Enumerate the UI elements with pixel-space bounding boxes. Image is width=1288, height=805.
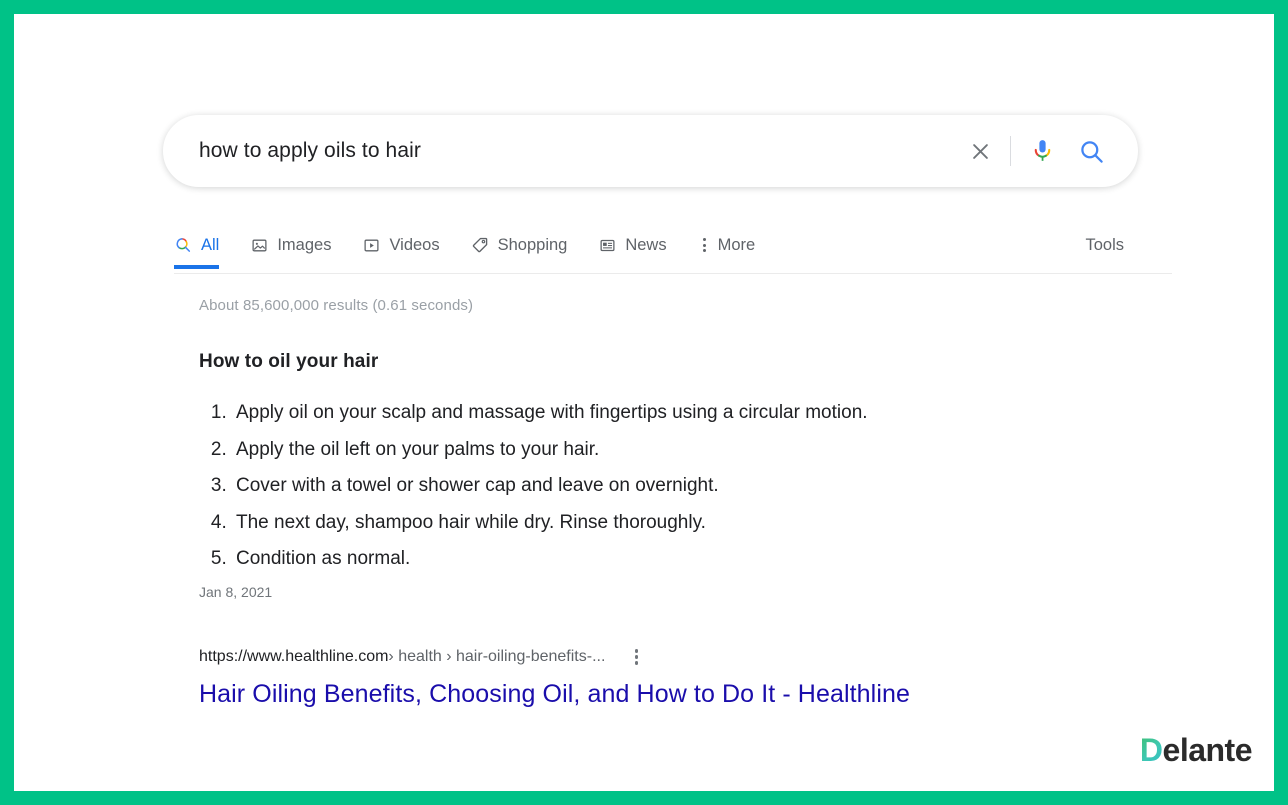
result-url[interactable]: https://www.healthline.com › health › ha… (199, 646, 645, 668)
delante-logo: Delante (1139, 732, 1253, 769)
logo-text: elante (1162, 732, 1253, 768)
featured-snippet-title: How to oil your hair (199, 351, 379, 372)
result-url-breadcrumb: › health › hair-oiling-benefits-... (388, 648, 606, 665)
tab-active-underline (174, 265, 220, 269)
result-url-host: https://www.healthline.com (199, 648, 389, 665)
search-divider (1010, 136, 1011, 166)
tab-label: More (717, 235, 756, 254)
tab-images[interactable]: Images (250, 222, 331, 268)
tab-label: Shopping (497, 235, 568, 254)
tab-news[interactable]: News (598, 222, 667, 268)
tools-label: Tools (1085, 235, 1124, 254)
snippet-date: Jan 8, 2021 (199, 584, 273, 600)
search-results-page: All Images Videos (14, 14, 1274, 791)
result-stats: About 85,600,000 results (0.61 seconds) (199, 297, 474, 314)
search-tabs: All Images Videos Shopping News More Too… (174, 222, 1172, 274)
tab-label: All (201, 235, 220, 254)
tab-more[interactable]: More (698, 222, 756, 268)
tab-videos[interactable]: Videos (362, 222, 440, 268)
tab-shopping[interactable]: Shopping (471, 222, 568, 268)
list-item: Condition as normal. (232, 541, 1079, 578)
video-icon (362, 236, 380, 254)
search-input[interactable] (164, 138, 958, 164)
search-icon[interactable] (1065, 128, 1117, 174)
newspaper-icon (598, 236, 616, 254)
more-vertical-icon (698, 236, 712, 254)
result-title-link[interactable]: Hair Oiling Benefits, Choosing Oil, and … (199, 680, 910, 709)
list-item: Cover with a towel or shower cap and lea… (232, 468, 1079, 505)
list-item: Apply the oil left on your palms to your… (232, 432, 1079, 469)
close-icon[interactable] (958, 129, 1002, 173)
list-item: The next day, shampoo hair while dry. Ri… (232, 505, 1079, 542)
list-item: Apply oil on your scalp and massage with… (232, 395, 1079, 432)
tag-icon (471, 236, 489, 254)
tab-label: Videos (389, 235, 440, 254)
image-icon (250, 236, 268, 254)
logo-initial: D (1139, 732, 1163, 768)
search-bar[interactable] (163, 115, 1138, 187)
tools-button[interactable]: Tools (1085, 222, 1124, 268)
more-vertical-icon[interactable] (627, 646, 645, 668)
tab-all[interactable]: All (174, 222, 220, 269)
featured-snippet-steps: Apply oil on your scalp and massage with… (199, 395, 1079, 578)
green-frame: All Images Videos (0, 0, 1288, 805)
tab-label: Images (277, 235, 332, 254)
microphone-icon[interactable] (1019, 128, 1065, 174)
tab-label: News (625, 235, 667, 254)
google-search-icon (174, 236, 192, 254)
